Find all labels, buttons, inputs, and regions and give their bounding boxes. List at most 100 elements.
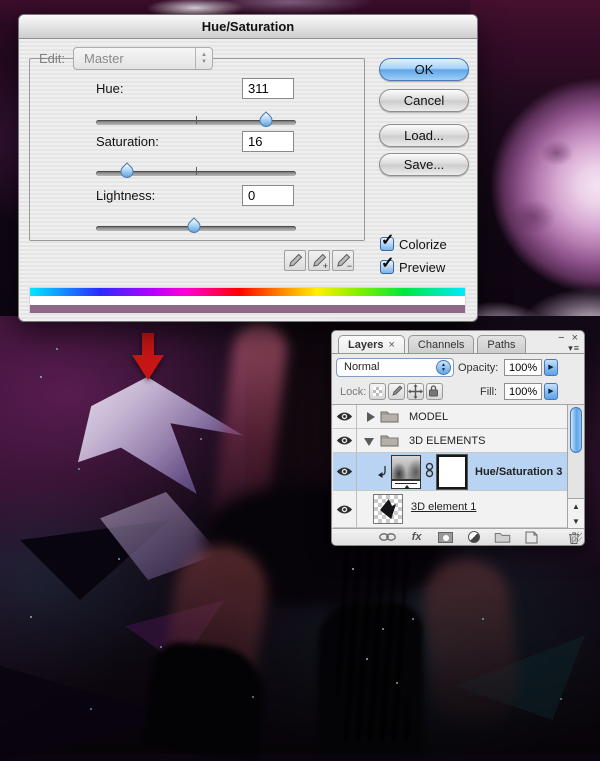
load-button[interactable]: Load... (379, 124, 469, 147)
panel-tabs: Layers × Channels Paths (338, 335, 526, 354)
layer-name[interactable]: Hue/Saturation 3 (475, 466, 562, 478)
layer-row-hue-saturation-selected[interactable]: Hue/Saturation 3 (333, 453, 567, 491)
minimize-icon[interactable]: − (558, 333, 564, 344)
lock-position-button[interactable] (407, 383, 424, 400)
scrollbar-thumb[interactable] (570, 407, 582, 453)
lock-transparency-button[interactable] (369, 383, 386, 400)
opacity-label: Opacity: (458, 362, 499, 374)
padlock-icon (429, 385, 438, 397)
eyedropper-buttons: + − (284, 250, 354, 271)
layer-list-scrollbar[interactable]: ▲ ▼ (567, 405, 584, 529)
scroll-up-icon[interactable]: ▲ (568, 499, 584, 514)
layer-row-3d-elements[interactable]: 3D ELEMENTS (333, 429, 567, 453)
ok-button[interactable]: OK (379, 58, 469, 81)
dropdown-stepper-icon[interactable]: ▲ ▼ (195, 48, 212, 69)
expand-collapsed-icon[interactable] (367, 412, 375, 422)
edit-label: Edit: (39, 51, 66, 66)
add-eyedropper-button[interactable]: + (308, 250, 330, 271)
hue-spectrum-area (29, 287, 466, 313)
folder-icon (495, 533, 511, 543)
lightness-input[interactable] (242, 185, 294, 206)
blend-mode-value: Normal (344, 361, 380, 373)
edit-channel-value: Master (84, 51, 124, 66)
layer-mask-thumbnail[interactable] (436, 454, 468, 490)
brush-icon (392, 385, 403, 396)
hue-label: Hue: (96, 81, 124, 96)
layer-row-model[interactable]: MODEL (333, 405, 567, 429)
layer-name[interactable]: MODEL (409, 411, 448, 423)
visibility-eye-icon[interactable] (336, 435, 353, 446)
fill-arrow-button[interactable]: ▶ (544, 383, 558, 400)
save-button[interactable]: Save... (379, 153, 469, 176)
tab-channels[interactable]: Channels (407, 335, 475, 354)
colorize-label: Colorize (399, 237, 447, 252)
source-hue-spectrum-bar (30, 288, 465, 296)
dialog-title: Hue/Saturation (201, 19, 295, 34)
new-layer-button[interactable] (522, 530, 542, 544)
lightness-label: Lightness: (96, 188, 156, 203)
panel-resize-grip[interactable] (571, 532, 582, 543)
fx-icon: fx (411, 531, 422, 543)
cancel-button[interactable]: Cancel (379, 89, 469, 112)
layer-style-button[interactable]: fx (407, 530, 427, 544)
hue-slider[interactable] (96, 111, 296, 130)
moon-sky-column (470, 0, 600, 334)
add-layer-mask-button[interactable] (435, 530, 455, 544)
sample-eyedropper-button[interactable] (284, 250, 306, 271)
hue-saturation-dialog: Hue/Saturation Edit: Master ▲ ▼ Hue: Sat… (18, 14, 478, 322)
adjustment-layer-thumbnail[interactable] (391, 455, 421, 480)
scroll-down-icon[interactable]: ▼ (568, 514, 584, 529)
tab-layers[interactable]: Layers × (338, 335, 405, 354)
edit-channel-dropdown[interactable]: Master ▲ ▼ (73, 47, 213, 70)
visibility-eye-icon[interactable] (336, 504, 353, 515)
chain-accessories (338, 530, 408, 740)
group-folder-icon (380, 411, 399, 423)
dropdown-stepper-icon[interactable]: ▲ ▼ (436, 360, 451, 375)
dialog-titlebar[interactable]: Hue/Saturation (19, 15, 477, 39)
visibility-eye-icon[interactable] (336, 411, 353, 422)
blend-mode-dropdown[interactable]: Normal ▲ ▼ (336, 358, 454, 377)
group-folder-icon (380, 435, 399, 447)
red-annotation-arrow (132, 333, 164, 380)
layer-name[interactable]: 3D ELEMENTS (409, 435, 485, 447)
adjustment-circle-icon (468, 531, 481, 543)
new-layer-icon (525, 531, 538, 543)
layer-list: MODEL 3D ELEMENTS Hue/Saturation 3 3D el… (333, 405, 584, 529)
preview-label: Preview (399, 260, 446, 275)
tab-paths[interactable]: Paths (477, 335, 526, 354)
saturation-input[interactable] (242, 131, 294, 152)
new-adjustment-layer-button[interactable] (464, 530, 484, 544)
layer-name[interactable]: 3D element 1 (411, 501, 476, 513)
checkmark-icon: ✓ (381, 255, 395, 272)
subtract-eyedropper-button[interactable]: − (332, 250, 354, 271)
transparency-icon (373, 387, 382, 396)
layers-panel: − × Layers × Channels Paths ▾≡ Normal ▲ ▼… (331, 330, 585, 546)
sparkle-dots (0, 316, 2, 318)
layer-row-3d-element-1[interactable]: 3D element 1 (333, 491, 567, 528)
fill-input[interactable] (504, 383, 542, 400)
eyedropper-icon (289, 253, 303, 267)
result-color-bar (30, 305, 465, 313)
new-group-button[interactable] (493, 530, 513, 544)
link-layers-button[interactable] (378, 530, 398, 544)
opacity-arrow-button[interactable]: ▶ (544, 359, 558, 376)
tab-close-icon[interactable]: × (388, 339, 394, 351)
hue-input[interactable] (242, 78, 294, 99)
chain-link-icon (379, 533, 397, 541)
clipping-mask-arrow-icon (378, 466, 386, 478)
panel-footer-toolbar: fx (332, 528, 584, 545)
visibility-eye-icon[interactable] (336, 466, 353, 477)
expand-expanded-icon[interactable] (364, 438, 374, 446)
moon-crater (540, 140, 574, 166)
saturation-slider[interactable] (96, 162, 296, 181)
lightness-slider[interactable] (96, 217, 296, 236)
opacity-input[interactable] (504, 359, 542, 376)
layer-thumbnail[interactable] (373, 494, 403, 524)
adjustment-groupbox (29, 58, 365, 241)
move-icon (408, 384, 423, 399)
lock-all-button[interactable] (426, 383, 443, 400)
lock-pixels-button[interactable] (388, 383, 405, 400)
saturation-label: Saturation: (96, 134, 159, 149)
lock-label: Lock: (340, 386, 367, 398)
mask-link-icon[interactable] (425, 462, 434, 478)
